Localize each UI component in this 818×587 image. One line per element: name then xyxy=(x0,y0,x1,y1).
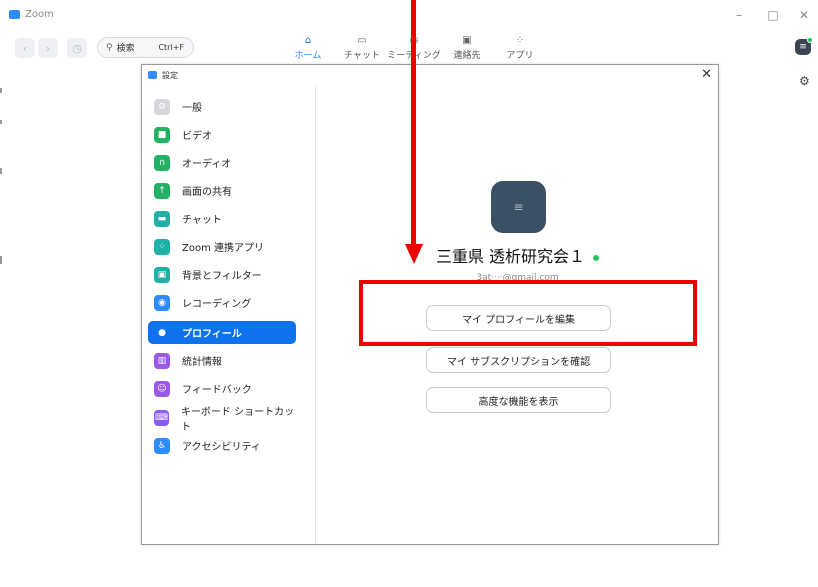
tab-chat[interactable]: ▭ チャット xyxy=(334,34,390,61)
dialog-close-button[interactable]: ✕ xyxy=(701,67,712,82)
sidebar-item-general[interactable]: ⚙ 一般 xyxy=(148,95,296,118)
sidebar-item-label: キーボード ショートカット xyxy=(180,406,295,433)
sidebar-item-label: プロフィール xyxy=(182,329,242,340)
sidebar-item-recording[interactable]: ◉ レコーディング xyxy=(148,291,296,314)
gear-icon: ⚙ xyxy=(154,98,170,115)
title-bar: Zoom – □ ✕ xyxy=(0,0,818,28)
sidebar-item-audio[interactable]: ∩ オーディオ xyxy=(148,151,296,174)
minimize-button[interactable]: – xyxy=(732,8,746,22)
sidebar-item-label: 画面の共有 xyxy=(182,187,232,198)
online-status-dot xyxy=(593,254,600,261)
zoom-logo-icon xyxy=(148,71,157,79)
left-edge-marks xyxy=(0,88,2,264)
sidebar-item-statistics[interactable]: ▥ 統計情報 xyxy=(148,349,296,372)
keyboard-icon: ⌨ xyxy=(154,409,169,426)
accessibility-icon: ♿ xyxy=(154,437,170,454)
search-shortcut: Ctrl+F xyxy=(158,43,184,52)
sidebar-item-share-screen[interactable]: ↑ 画面の共有 xyxy=(148,179,296,202)
annotation-arrow-shaft xyxy=(411,0,416,246)
sidebar-item-label: 統計情報 xyxy=(182,357,222,368)
sidebar-item-label: レコーディング xyxy=(182,299,252,310)
maximize-button[interactable]: □ xyxy=(766,8,780,22)
chat-icon: ▬ xyxy=(154,210,170,227)
view-subscription-button[interactable]: マイ サブスクリプションを確認 xyxy=(426,347,611,373)
stats-icon: ▥ xyxy=(154,352,170,369)
tab-label: 連絡先 xyxy=(453,51,481,61)
home-icon: ⌂ xyxy=(304,35,312,46)
clock-icon: ◷ xyxy=(72,41,82,55)
profile-icon: ● xyxy=(158,327,166,338)
forward-button[interactable]: › xyxy=(38,38,58,58)
sidebar-item-video[interactable]: ■ ビデオ xyxy=(148,123,296,146)
sidebar-item-profile[interactable]: ● プロフィール xyxy=(148,321,296,344)
tab-label: チャット xyxy=(344,51,380,61)
sidebar-item-zoom-apps[interactable]: ⁘ Zoom 連携アプリ xyxy=(148,235,296,258)
settings-sidebar: ⚙ 一般 ■ ビデオ ∩ オーディオ ↑ 画面の共有 ▬ チャット ⁘ Zoom… xyxy=(142,85,316,544)
sidebar-item-chat[interactable]: ▬ チャット xyxy=(148,207,296,230)
chevron-left-icon: ‹ xyxy=(22,41,28,55)
sidebar-item-label: チャット xyxy=(182,215,222,226)
sidebar-item-background[interactable]: ▣ 背景とフィルター xyxy=(148,263,296,286)
app-title: Zoom xyxy=(25,9,54,20)
search-box[interactable]: ⚲ 検索 Ctrl+F xyxy=(97,37,194,58)
search-icon: ⚲ xyxy=(106,42,113,53)
profile-avatar[interactable]: ≡ xyxy=(491,181,546,233)
zoom-app-window: Zoom – □ ✕ ‹ › ◷ ⚲ 検索 Ctrl+F ⌂ ホーム ▭ チャッ… xyxy=(0,0,818,587)
apps-icon: ⁘ xyxy=(154,238,170,255)
apps-icon: ⁘ xyxy=(515,35,525,46)
back-button[interactable]: ‹ xyxy=(15,38,35,58)
feedback-icon: ☺ xyxy=(154,380,170,397)
chevron-right-icon: › xyxy=(45,41,51,55)
chat-icon: ▭ xyxy=(357,35,367,46)
tab-contacts[interactable]: ▣ 連絡先 xyxy=(439,34,495,61)
sidebar-item-label: ビデオ xyxy=(182,131,212,142)
profile-name-row: 三重県 透析研究会１ xyxy=(317,243,718,267)
record-icon: ◉ xyxy=(154,294,170,311)
dialog-title-bar: 設定 ✕ xyxy=(142,65,718,85)
headphones-icon: ∩ xyxy=(154,154,170,171)
sidebar-item-accessibility[interactable]: ♿ アクセシビリティ xyxy=(148,434,296,457)
gear-icon[interactable]: ⚙ xyxy=(799,74,810,88)
close-button[interactable]: ✕ xyxy=(797,8,811,22)
sidebar-item-label: オーディオ xyxy=(182,159,232,170)
advanced-features-button[interactable]: 高度な機能を表示 xyxy=(426,387,611,413)
search-label: 検索 xyxy=(116,44,135,54)
dialog-title: 設定 xyxy=(162,71,178,80)
tab-home[interactable]: ⌂ ホーム xyxy=(280,34,336,61)
sidebar-item-label: 背景とフィルター xyxy=(182,271,262,282)
sidebar-item-keyboard-shortcuts[interactable]: ⌨ キーボード ショートカット xyxy=(148,406,296,433)
sidebar-item-label: フィードバック xyxy=(182,385,252,396)
background-icon: ▣ xyxy=(154,266,170,283)
video-icon: ■ xyxy=(154,126,170,143)
sidebar-item-label: アクセシビリティ xyxy=(182,442,261,453)
zoom-logo-icon xyxy=(9,10,20,19)
tab-label: アプリ xyxy=(506,51,534,61)
history-button[interactable]: ◷ xyxy=(67,38,87,58)
contacts-icon: ▣ xyxy=(462,35,472,46)
sidebar-item-label: 一般 xyxy=(182,103,202,114)
profile-name: 三重県 透析研究会１ xyxy=(435,247,586,266)
annotation-arrow-head xyxy=(405,244,423,264)
sidebar-item-feedback[interactable]: ☺ フィードバック xyxy=(148,377,296,400)
tab-apps[interactable]: ⁘ アプリ xyxy=(492,34,548,61)
annotation-highlight-box xyxy=(359,280,697,346)
presence-dot xyxy=(807,37,813,43)
share-screen-icon: ↑ xyxy=(154,182,170,199)
sidebar-item-label: Zoom 連携アプリ xyxy=(182,243,265,254)
tab-label: ホーム xyxy=(294,51,322,61)
